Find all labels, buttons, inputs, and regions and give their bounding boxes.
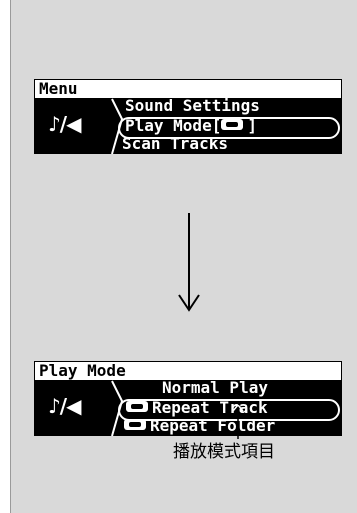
repeat-track-icon xyxy=(126,401,148,412)
menu-item-scan-tracks[interactable]: Scan Tracks xyxy=(122,135,228,153)
down-arrow-icon xyxy=(178,213,200,312)
repeat-tape-icon xyxy=(221,119,244,130)
menu-item-play-mode-label: Play Mode[ xyxy=(125,116,222,135)
callout-leader-line xyxy=(232,405,244,439)
menu-item-sound-settings[interactable]: Sound Settings xyxy=(125,97,260,115)
repeat-folder-icon xyxy=(124,419,146,430)
play-mode-lcd-screen: Play Mode ♪/◀ Normal Play Repeat Track R… xyxy=(34,361,342,436)
menu-item-play-mode[interactable]: Play Mode[] xyxy=(125,117,257,135)
callout-label: 播放模式項目 xyxy=(173,442,275,462)
play-mode-item-repeat-track-label: Repeat Track xyxy=(152,398,268,417)
menu-item-play-mode-suffix: ] xyxy=(247,116,257,135)
play-mode-item-repeat-folder-label: Repeat Folder xyxy=(150,416,276,435)
play-mode-item-normal-play[interactable]: Normal Play xyxy=(162,379,268,397)
menu-lcd-screen: Menu ♪/◀ Sound Settings Play Mode[] Scan… xyxy=(34,79,342,154)
play-mode-item-repeat-folder[interactable]: Repeat Folder xyxy=(124,417,275,435)
